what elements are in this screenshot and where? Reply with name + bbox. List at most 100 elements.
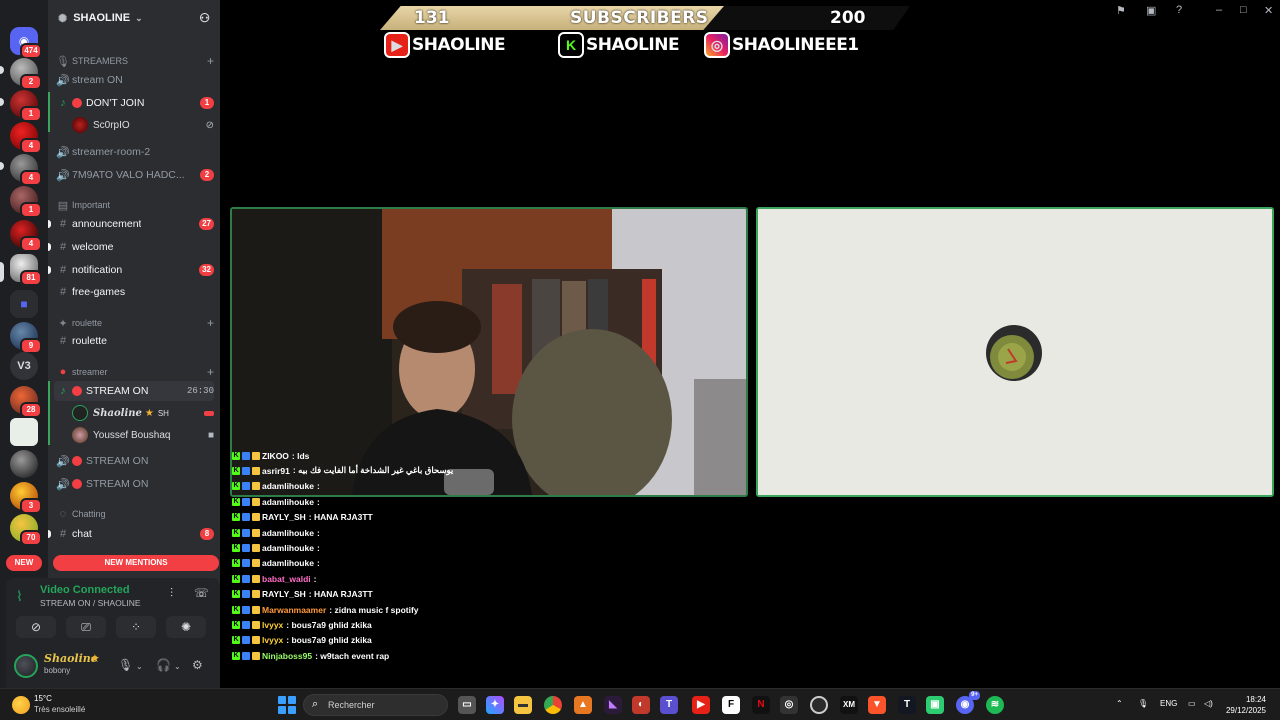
discord-home-icon[interactable]: ◉ 474 bbox=[10, 27, 42, 59]
weather-desc[interactable]: Très ensoleillé bbox=[34, 705, 85, 714]
flag-icon[interactable]: ⚑ bbox=[1116, 4, 1126, 17]
text-channel-roulette[interactable]: # roulette bbox=[54, 331, 214, 351]
voice-channel-stream-on[interactable]: 🔊 stream ON bbox=[54, 70, 214, 90]
category-important[interactable]: ▤ Important bbox=[54, 195, 214, 215]
xm-icon[interactable]: XM bbox=[840, 696, 858, 714]
chat-username[interactable]: lvyyx bbox=[262, 635, 283, 645]
signal-icon[interactable]: ⌇ bbox=[16, 588, 23, 605]
chevron-down-icon[interactable]: ⌄ bbox=[174, 662, 181, 671]
voice-user-shaoline[interactable]: Shaoline ★ SH bbox=[72, 403, 214, 423]
language-indicator[interactable]: ENG bbox=[1160, 699, 1177, 708]
server-icon-shaoline[interactable]: 81 bbox=[10, 254, 42, 286]
chat-username[interactable]: asrir91 bbox=[262, 466, 290, 476]
category-roulette[interactable]: ✦ roulette + bbox=[54, 313, 214, 333]
voice-channel-dont-join[interactable]: ♪ DON'T JOIN 1 bbox=[54, 93, 214, 113]
spotify-icon[interactable]: ≋ bbox=[986, 696, 1004, 714]
volume-icon[interactable]: ◁) bbox=[1204, 699, 1213, 708]
user-avatar[interactable] bbox=[14, 654, 38, 678]
server-icon[interactable]: 4 bbox=[10, 122, 42, 154]
minimize-icon[interactable]: – bbox=[1216, 4, 1222, 16]
obs-icon[interactable] bbox=[810, 696, 828, 714]
microphone-tray-icon[interactable]: 🎙 bbox=[1138, 699, 1148, 708]
server-icon[interactable]: 9 bbox=[10, 322, 42, 354]
voice-user-youssef[interactable]: Youssef Boushaq ■ bbox=[72, 425, 214, 445]
server-icon[interactable]: 3 bbox=[10, 482, 42, 514]
netflix-icon[interactable]: N bbox=[752, 696, 770, 714]
server-icon[interactable]: 4 bbox=[10, 220, 42, 252]
clock[interactable]: 18:24 29/12/2025 bbox=[1226, 694, 1266, 716]
voice-user-sc0rpio[interactable]: Sc0rpIO ⊘ bbox=[72, 115, 214, 135]
screen-share-tile[interactable] bbox=[756, 207, 1274, 497]
toggle-camera-button[interactable]: ⊘ bbox=[16, 616, 56, 638]
chat-username[interactable]: lvyyx bbox=[262, 620, 283, 630]
soundboard-button[interactable]: ✺ bbox=[166, 616, 206, 638]
settings-gear-icon[interactable]: ⚙ bbox=[192, 658, 203, 672]
disconnect-icon[interactable]: ☏ bbox=[194, 586, 209, 600]
tradingview-icon[interactable]: T bbox=[898, 696, 916, 714]
server-icon[interactable]: 1 bbox=[10, 186, 42, 218]
server-icon[interactable] bbox=[10, 418, 38, 446]
text-channel-free-games[interactable]: # free-games bbox=[54, 282, 214, 302]
chat-username[interactable]: RAYLY_SH bbox=[262, 589, 306, 599]
new-mentions-button[interactable]: NEW MENTIONS bbox=[53, 555, 219, 571]
chevron-up-icon[interactable]: ⌃ bbox=[1116, 699, 1123, 708]
add-channel-icon[interactable]: + bbox=[207, 365, 214, 379]
help-icon[interactable]: ? bbox=[1176, 4, 1182, 16]
voice-status[interactable]: Video Connected bbox=[40, 584, 130, 596]
taskbar-search[interactable]: ⌕ Rechercher bbox=[303, 694, 448, 716]
chat-username[interactable]: adamlihouke bbox=[262, 558, 314, 568]
server-icon[interactable]: 4 bbox=[10, 154, 42, 186]
text-channel-notification[interactable]: # notification 32 bbox=[54, 260, 214, 280]
text-channel-chat[interactable]: # chat 8 bbox=[54, 524, 214, 544]
chrome-icon[interactable] bbox=[544, 696, 562, 714]
chat-username[interactable]: Marwanmaamer bbox=[262, 605, 326, 615]
file-explorer-icon[interactable]: ▬ bbox=[514, 696, 532, 714]
headphones-icon[interactable]: 🎧 bbox=[156, 658, 171, 672]
add-member-icon[interactable]: ⚇ bbox=[199, 11, 210, 25]
maximize-icon[interactable]: □ bbox=[1240, 4, 1247, 16]
app-icon-fn[interactable]: F bbox=[722, 696, 740, 714]
youtube-taskbar-icon[interactable]: ▶ bbox=[692, 696, 710, 714]
chat-username[interactable]: babat_waldi bbox=[262, 574, 311, 584]
voice-channel-path[interactable]: STREAM ON / SHAOLINE bbox=[40, 598, 141, 608]
text-channel-welcome[interactable]: # welcome bbox=[54, 237, 214, 257]
server-icon[interactable]: 70 bbox=[10, 514, 42, 546]
chat-username[interactable]: ZIKOO bbox=[262, 451, 289, 461]
discord-taskbar-icon[interactable]: ◉ 9+ bbox=[956, 691, 980, 714]
microphone-icon[interactable]: 🎙 bbox=[118, 658, 133, 672]
weather-temp[interactable]: 15°C bbox=[34, 694, 52, 703]
close-icon[interactable]: ✕ bbox=[1264, 4, 1273, 17]
task-view-icon[interactable]: ▭ bbox=[458, 696, 476, 714]
server-icon[interactable]: 28 bbox=[10, 386, 42, 418]
server-icon-v3[interactable]: V3 bbox=[10, 352, 38, 380]
app-icon-orange[interactable]: ▲ bbox=[574, 696, 592, 714]
voice-channel-stream-on-2[interactable]: 🔊 STREAM ON bbox=[54, 451, 214, 471]
windows-start-icon[interactable] bbox=[278, 696, 296, 714]
app-icon-green[interactable]: ▣ bbox=[926, 696, 944, 714]
teams-icon[interactable]: T bbox=[660, 696, 678, 714]
text-channel-announcement[interactable]: # announcement 27 bbox=[54, 214, 214, 234]
voice-channel-stream-on-live[interactable]: ♪ STREAM ON 26:30 bbox=[54, 381, 214, 401]
category-chatting[interactable]: ◌ Chatting bbox=[54, 504, 214, 524]
activities-button[interactable]: ⁘ bbox=[116, 616, 156, 638]
chat-username[interactable]: adamlihouke bbox=[262, 543, 314, 553]
app-icon-red[interactable]: ◐ bbox=[632, 696, 650, 714]
server-icon[interactable]: 2 bbox=[10, 58, 42, 90]
inbox-icon[interactable]: ▣ bbox=[1146, 4, 1156, 17]
add-channel-icon[interactable]: + bbox=[207, 316, 214, 330]
voice-channel-valo[interactable]: 🔊 7M9ATO VALO HADC... 2 bbox=[54, 165, 214, 185]
chat-username[interactable]: RAYLY_SH bbox=[262, 512, 306, 522]
steam-icon[interactable]: ◎ bbox=[780, 696, 798, 714]
chevron-down-icon[interactable]: ⌄ bbox=[136, 662, 143, 671]
category-streamers[interactable]: 🎙 STREAMERS + bbox=[54, 51, 214, 71]
share-screen-button[interactable]: ⎚ bbox=[66, 616, 106, 638]
app-icon-purple[interactable]: ◣ bbox=[604, 696, 622, 714]
server-icon[interactable]: 1 bbox=[10, 90, 42, 122]
chat-username[interactable]: Ninjaboss95 bbox=[262, 651, 312, 661]
chat-username[interactable]: adamlihouke bbox=[262, 528, 314, 538]
noise-suppression-icon[interactable]: ⫶ bbox=[170, 586, 173, 601]
copilot-icon[interactable]: ✦ bbox=[486, 696, 504, 714]
folder-icon[interactable]: ■ bbox=[10, 290, 38, 318]
add-channel-icon[interactable]: + bbox=[207, 54, 214, 68]
chat-username[interactable]: adamlihouke bbox=[262, 497, 314, 507]
